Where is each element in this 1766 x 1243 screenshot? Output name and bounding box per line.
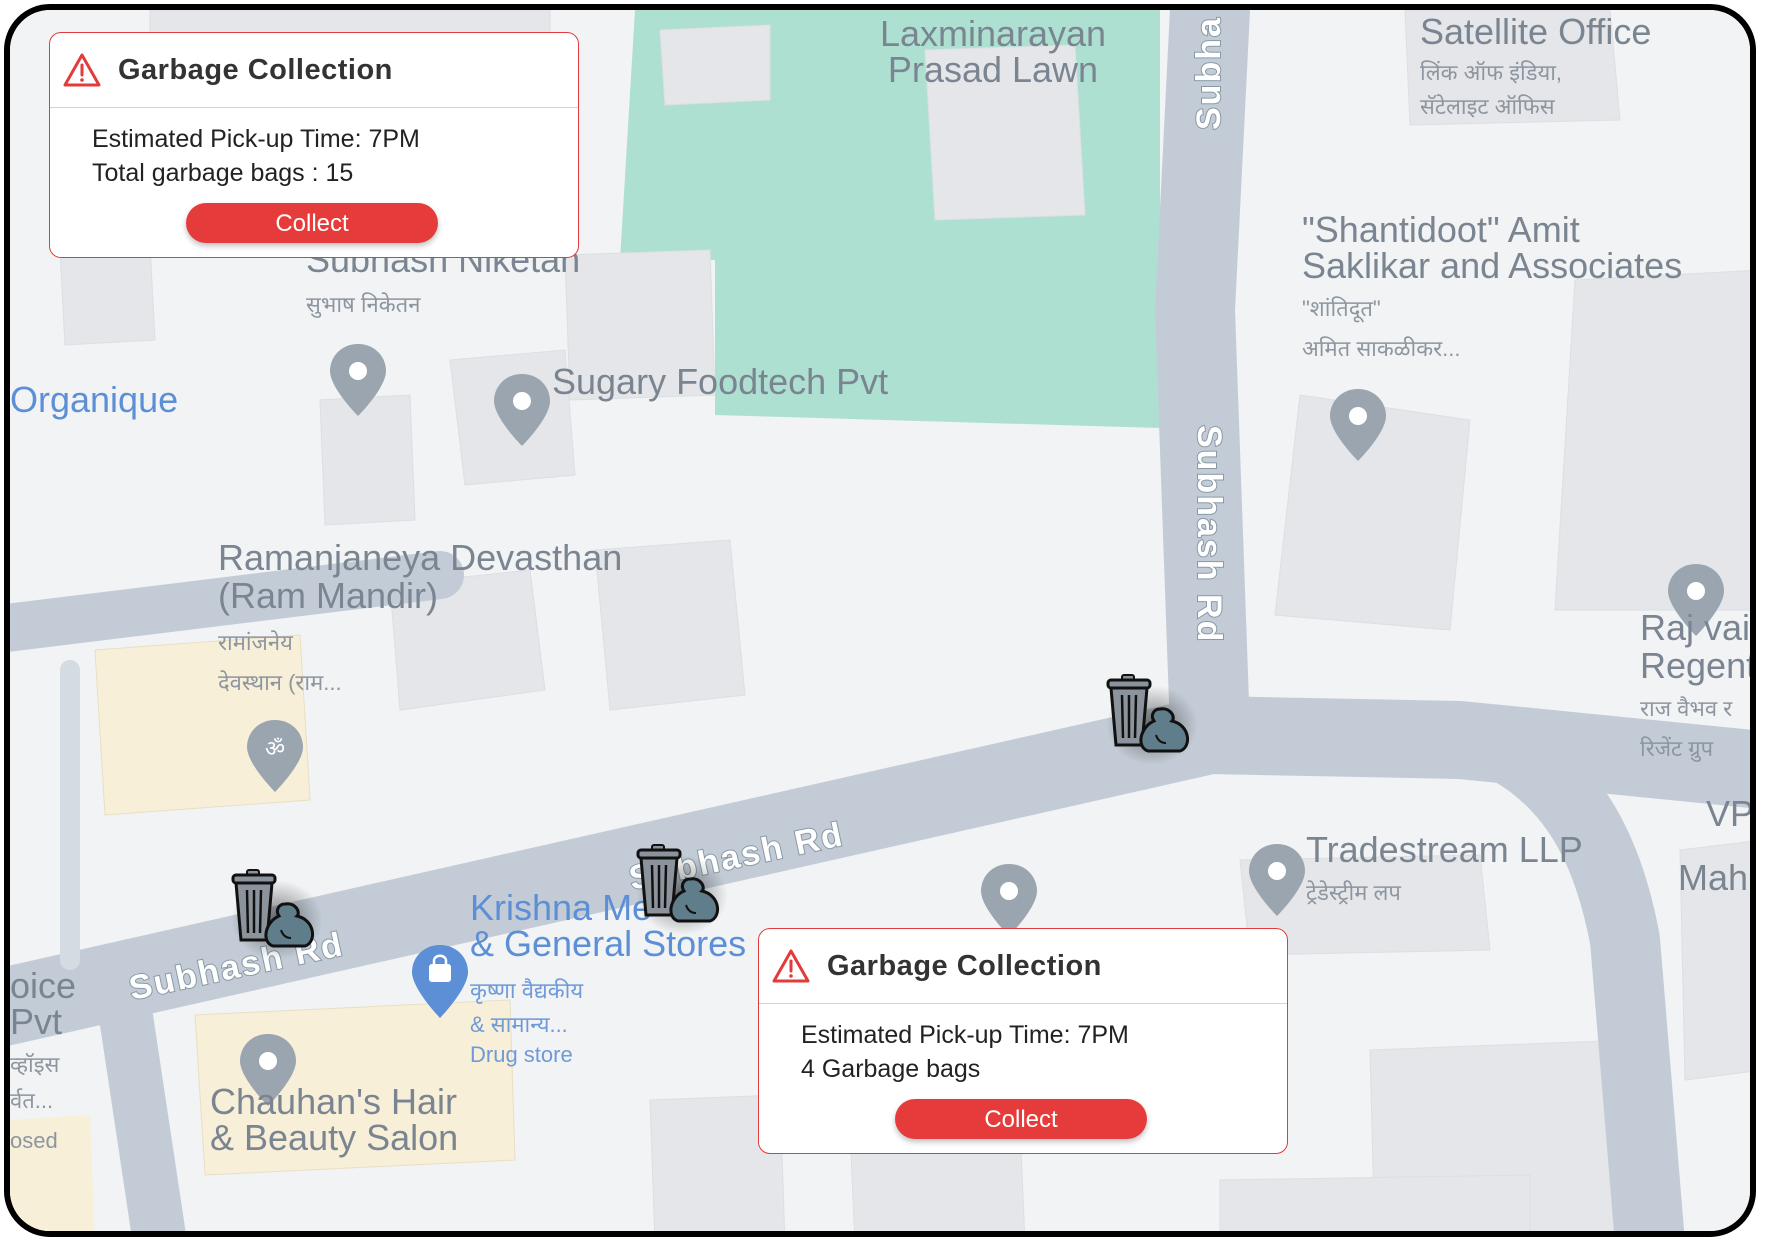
garbage-bin-icon[interactable] — [630, 835, 730, 935]
place-label: रिजेंट ग्रुप — [1640, 736, 1714, 762]
place-label: Mah — [1678, 857, 1748, 898]
card-title: Garbage Collection — [118, 53, 393, 86]
road-label: Subha — [1190, 16, 1228, 130]
place-label: अमित साकळीकर... — [1302, 336, 1460, 361]
garbage-bin-icon[interactable] — [225, 860, 325, 960]
card-header: Garbage Collection — [759, 929, 1287, 1004]
place-label: Ramanjaneya Devasthan — [218, 537, 622, 578]
place-label: रामांजनेय — [218, 630, 294, 655]
warning-triangle-icon — [772, 949, 810, 983]
place-label: Pvt — [10, 1001, 62, 1042]
place-label: "Shantidoot" Amit — [1302, 209, 1580, 250]
garbage-bin-icon[interactable] — [1100, 665, 1200, 765]
pickup-time: Estimated Pick-up Time: 7PM — [801, 1021, 1129, 1049]
place-label: कृष्णा वैद्यकीय — [470, 978, 584, 1004]
card-body: Estimated Pick-up Time: 7PM 4 Garbage ba… — [759, 1004, 1287, 1086]
place-label: सॅटेलाइट ऑफिस — [1420, 94, 1556, 119]
place-label: व्हॉइस — [10, 1052, 61, 1077]
place-label: "शांतिदूत" — [1302, 296, 1381, 323]
place-label: Satellite Office — [1420, 11, 1651, 52]
place-label: Krishna Me — [470, 887, 652, 928]
place-label: राज वैभव र — [1640, 696, 1733, 721]
place-label: Regent — [1640, 645, 1756, 686]
place-label: र्वत... — [10, 1088, 53, 1113]
place-label: सुभाष निकेतन — [306, 292, 421, 318]
svg-text:ॐ: ॐ — [265, 736, 285, 761]
device-frame: ॐ Laxminarayan Prasad Lawn Satellite Off… — [4, 4, 1756, 1237]
garbage-collection-card: Garbage Collection Estimated Pick-up Tim… — [758, 928, 1288, 1154]
place-label: देवस्थान (राम... — [218, 670, 342, 695]
garbage-collection-card: Garbage Collection Estimated Pick-up Tim… — [49, 32, 579, 258]
card-title: Garbage Collection — [827, 949, 1102, 982]
place-label: Chauhan's Hair — [210, 1081, 457, 1122]
card-header: Garbage Collection — [50, 33, 578, 108]
place-label: Organique — [10, 379, 178, 420]
place-label: ट्रेडेस्ट्रीम लप — [1306, 880, 1401, 905]
place-label: VP — [1706, 793, 1754, 834]
place-label: Tradestream LLP — [1306, 829, 1583, 870]
warning-triangle-icon — [63, 53, 101, 87]
place-label: & सामान्य... — [470, 1012, 568, 1037]
place-label: Sugary Foodtech Pvt — [552, 361, 888, 402]
bag-count: Total garbage bags : 15 — [92, 159, 354, 187]
place-label: Prasad Lawn — [888, 49, 1098, 90]
road-label: Subhash Rd — [1190, 425, 1228, 643]
bag-count: 4 Garbage bags — [801, 1055, 981, 1083]
card-body: Estimated Pick-up Time: 7PM Total garbag… — [50, 108, 578, 190]
place-label: (Ram Mandir) — [218, 575, 438, 616]
collect-button[interactable]: Collect — [186, 203, 438, 243]
place-label: Saklikar and Associates — [1302, 245, 1682, 286]
place-label: Drug store — [470, 1042, 573, 1067]
place-label: osed — [10, 1128, 58, 1153]
place-label: लिंक ऑफ इंडिया, — [1420, 60, 1562, 85]
place-label: Laxminarayan — [880, 13, 1106, 54]
place-label: Raj vai — [1640, 607, 1750, 648]
place-label: & Beauty Salon — [210, 1117, 458, 1158]
collect-button[interactable]: Collect — [895, 1099, 1147, 1139]
place-label: oice — [10, 965, 76, 1006]
pickup-time: Estimated Pick-up Time: 7PM — [92, 125, 420, 153]
